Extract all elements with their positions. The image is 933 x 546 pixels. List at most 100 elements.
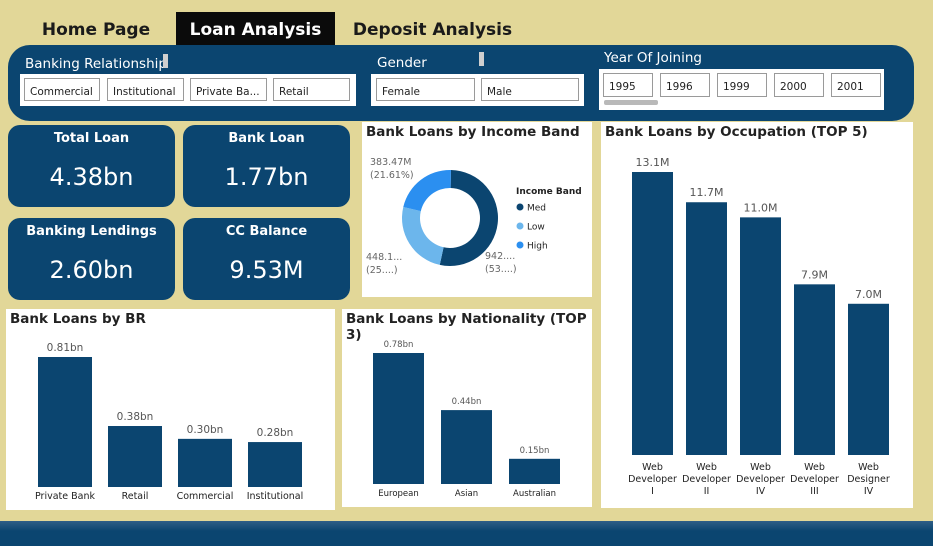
chart-income-band: Bank Loans by Income Band 383.47M (21.61%… — [362, 122, 592, 297]
legend-label: Low — [527, 223, 545, 233]
slicer-scrollbar[interactable] — [604, 100, 658, 105]
category-label: I — [651, 486, 654, 497]
category-label: European — [378, 489, 419, 499]
data-label: 7.9M — [801, 268, 828, 281]
slice-percent-label: (53....) — [485, 264, 517, 275]
data-label: 7.0M — [855, 288, 882, 301]
bar — [740, 217, 781, 455]
category-label: Web — [750, 462, 771, 473]
kpi-value: 4.38bn — [49, 163, 134, 191]
bar — [509, 458, 560, 484]
kpi-label: Bank Loan — [228, 131, 305, 146]
category-label: Commercial — [177, 491, 234, 502]
option-institutional[interactable]: Institutional — [107, 78, 184, 101]
tab-deposit-analysis[interactable]: Deposit Analysis — [350, 12, 515, 48]
slice-percent-label: (25....) — [366, 265, 398, 276]
bar-chart-svg: 13.1MWebDeveloperI11.7MWebDeveloperII11.… — [628, 156, 890, 497]
category-label: Developer — [790, 474, 839, 485]
option-private-bank[interactable]: Private Ba... — [190, 78, 267, 101]
category-label: IV — [864, 486, 874, 497]
data-label: 0.38bn — [117, 411, 154, 423]
category-label: Web — [642, 462, 663, 473]
option-year-1995[interactable]: 1995 — [603, 73, 653, 97]
legend-label: Med — [527, 204, 546, 214]
category-label: Developer — [736, 474, 785, 485]
bar — [441, 410, 492, 484]
category-label: Institutional — [247, 491, 304, 502]
bar — [632, 172, 673, 455]
kpi-label: CC Balance — [225, 224, 308, 239]
category-label: Web — [804, 462, 825, 473]
option-year-1999[interactable]: 1999 — [717, 73, 767, 97]
slicer-clear-marker[interactable] — [479, 52, 484, 66]
data-label: 0.30bn — [187, 424, 224, 436]
kpi-value: 2.60bn — [49, 256, 134, 284]
bar — [248, 442, 302, 487]
bar-chart-svg: 0.78bn European 0.44bn Asian 0.15bn Australia… — [373, 340, 560, 499]
option-year-2001[interactable]: 2001 — [831, 73, 881, 97]
category-label: Retail — [122, 491, 149, 502]
kpi-card-bank-loan: Bank Loan 1.77bn — [183, 125, 350, 207]
data-label: 0.44bn — [452, 397, 482, 407]
legend-marker — [516, 203, 524, 211]
donut-slice — [402, 206, 444, 265]
data-label: 0.28bn — [257, 427, 294, 439]
kpi-value: 9.53M — [229, 256, 304, 284]
option-year-1996[interactable]: 1996 — [660, 73, 710, 97]
data-label: 13.1M — [636, 156, 670, 169]
data-label: 11.7M — [690, 186, 724, 199]
slicer-title-banking-relationship: Banking Relationship — [25, 56, 167, 72]
legend-title: Income Band — [516, 187, 582, 197]
category-label: Web — [858, 462, 879, 473]
chart-nationality: Bank Loans by Nationality (TOP 3) 0.78bn… — [342, 309, 592, 507]
data-label: 11.0M — [744, 201, 778, 214]
kpi-card-cc-balance: CC Balance 9.53M — [183, 218, 350, 300]
legend-marker — [516, 241, 524, 249]
bar — [794, 284, 835, 455]
data-label: 0.78bn — [384, 340, 414, 350]
category-label: III — [810, 486, 818, 497]
bar — [108, 426, 162, 487]
slicer-title-gender: Gender — [377, 55, 427, 71]
tab-loan-analysis[interactable]: Loan Analysis — [176, 12, 335, 48]
tab-home-page[interactable]: Home Page — [26, 12, 166, 48]
category-label: IV — [756, 486, 766, 497]
category-label: Australian — [513, 489, 556, 499]
category-label: Developer — [682, 474, 731, 485]
category-label: Developer — [628, 474, 677, 485]
option-year-2000[interactable]: 2000 — [774, 73, 824, 97]
donut-chart-svg: 383.47M (21.61%) 448.1... (25....) 942.... (5… — [366, 157, 582, 276]
data-label: 0.81bn — [47, 342, 84, 354]
category-label: II — [704, 486, 710, 497]
category-label: Private Bank — [35, 491, 95, 502]
option-retail[interactable]: Retail — [273, 78, 350, 101]
option-female[interactable]: Female — [376, 78, 475, 101]
option-commercial[interactable]: Commercial — [24, 78, 100, 101]
slicer-title-year-of-joining: Year Of Joining — [604, 50, 702, 66]
footer-bar — [0, 521, 933, 546]
slice-percent-label: (21.61%) — [370, 170, 414, 181]
slice-value-label: 383.47M — [370, 157, 411, 168]
kpi-card-banking-lendings: Banking Lendings 2.60bn — [8, 218, 175, 300]
kpi-card-total-loan: Total Loan 4.38bn — [8, 125, 175, 207]
legend-label: High — [527, 242, 548, 252]
slicer-clear-marker[interactable] — [163, 54, 168, 68]
chart-occupation: Bank Loans by Occupation (TOP 5) 13.1M We… — [601, 122, 913, 508]
data-label: 0.15bn — [520, 446, 550, 456]
category-label: Designer — [847, 474, 890, 485]
slice-value-label: 942.... — [485, 251, 515, 262]
legend-marker — [516, 222, 524, 230]
kpi-label: Banking Lendings — [26, 224, 157, 239]
bar — [178, 438, 232, 487]
option-male[interactable]: Male — [481, 78, 579, 101]
slice-value-label: 448.1... — [366, 252, 402, 263]
chart-br: Bank Loans by BR 0.81bn Private Bank 0.38b… — [6, 309, 335, 510]
category-label: Web — [696, 462, 717, 473]
bar-chart-svg: 0.81bn Private Bank 0.38bn Retail 0.30bn Comm… — [35, 342, 304, 502]
category-label: Asian — [455, 489, 478, 499]
bar — [373, 353, 424, 484]
kpi-value: 1.77bn — [224, 163, 309, 191]
bar — [848, 303, 889, 455]
bar — [686, 202, 727, 455]
bar — [38, 357, 92, 487]
